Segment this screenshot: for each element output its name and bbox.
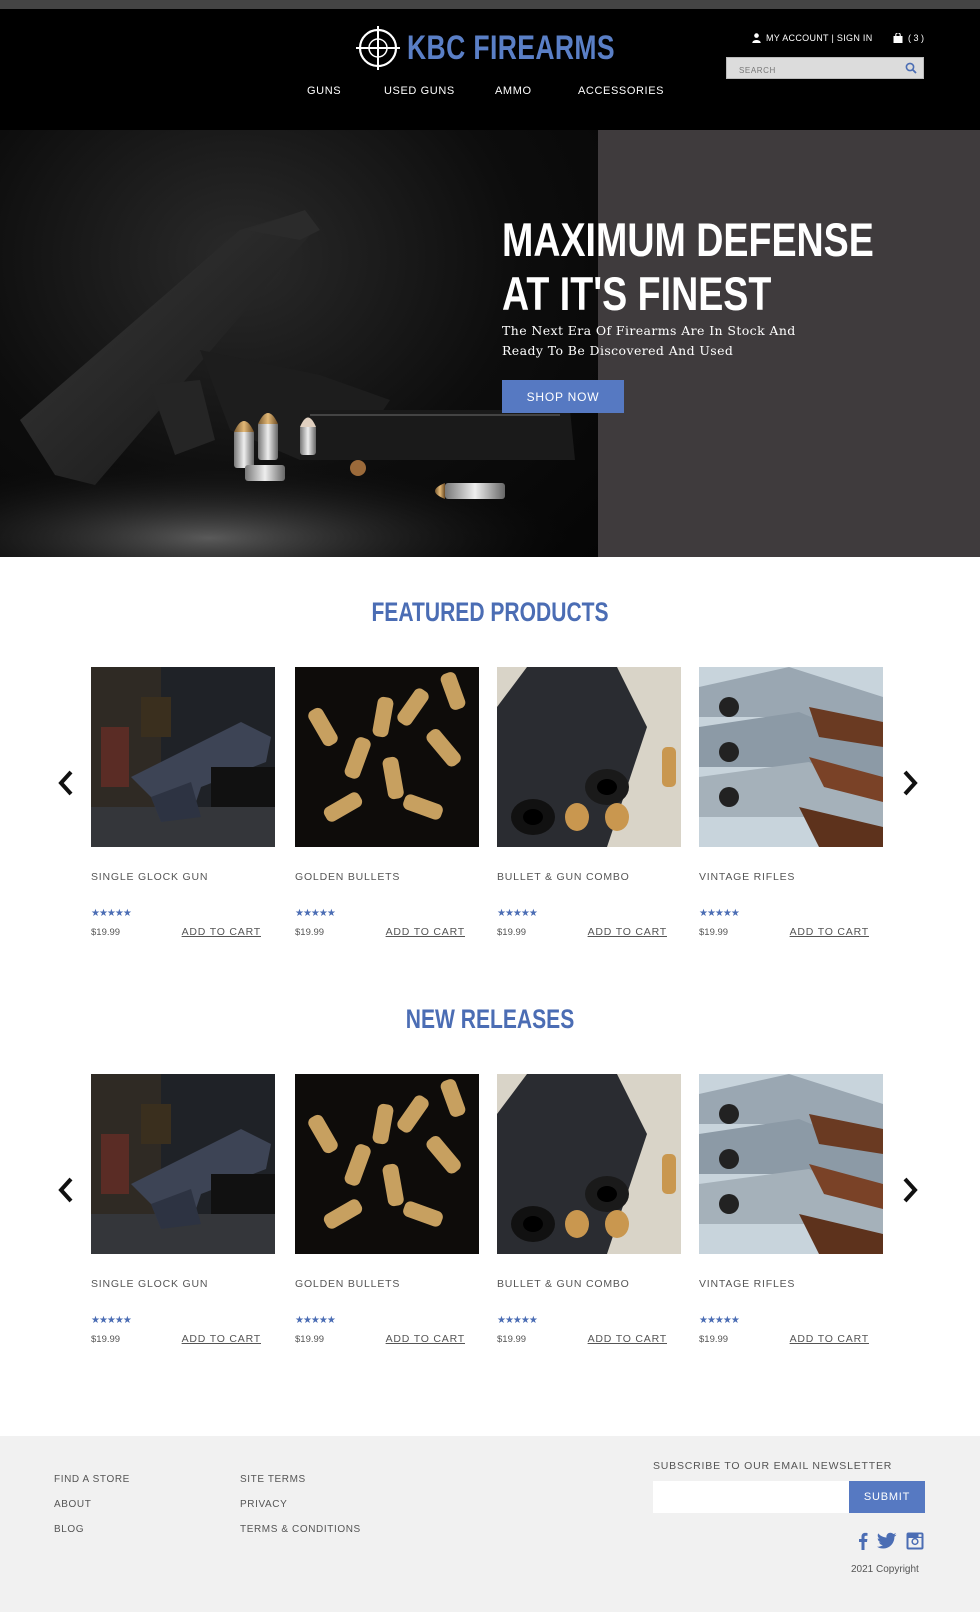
add-to-cart-link[interactable]: ADD TO CART (588, 1333, 667, 1345)
footer-link-privacy[interactable]: PRIVACY (240, 1499, 287, 1510)
product-card[interactable]: GOLDEN BULLETS ★★★★★ $19.99 ADD TO CART (295, 667, 479, 947)
footer-link-site-terms[interactable]: SITE TERMS (240, 1474, 306, 1485)
product-image-rifles[interactable] (699, 667, 883, 847)
add-to-cart-link[interactable]: ADD TO CART (182, 1333, 261, 1345)
hero-subtitle: The Next Era Of Firearms Are In Stock An… (502, 323, 796, 358)
product-price: $19.99 (497, 927, 527, 938)
facebook-icon[interactable] (858, 1532, 868, 1550)
product-card[interactable]: GOLDEN BULLETS ★★★★★ $19.99 ADD TO CART (295, 1074, 479, 1354)
search-input[interactable] (727, 60, 897, 81)
product-card[interactable]: SINGLE GLOCK GUN ★★★★★ $19.99 ADD TO CAR… (91, 667, 275, 947)
carousel-prev-icon[interactable] (56, 1175, 78, 1205)
footer-link-find-a-store[interactable]: FIND A STORE (54, 1474, 130, 1485)
hero-title-line-2: AT IT'S FINEST (502, 267, 772, 320)
carousel-next-icon[interactable] (898, 1175, 920, 1205)
nav-item-accessories[interactable]: ACCESSORIES (578, 85, 664, 97)
nav-item-guns[interactable]: GUNS (307, 85, 341, 97)
main-nav: GUNS USED GUNS AMMO ACCESSORIES (0, 85, 980, 105)
copyright-text: 2021 Copyright (851, 1564, 919, 1575)
product-name: SINGLE GLOCK GUN (91, 1278, 209, 1290)
site-header: KBC FIREARMS GUNS USED GUNS AMMO ACCESSO… (0, 9, 980, 130)
star-rating-icon: ★★★★★ (497, 1315, 538, 1326)
product-image-glock[interactable] (91, 1074, 275, 1254)
footer-link-terms-conditions[interactable]: TERMS & CONDITIONS (240, 1524, 361, 1535)
logo[interactable]: KBC FIREARMS (355, 25, 674, 71)
product-name: GOLDEN BULLETS (295, 871, 401, 883)
nav-item-used-guns[interactable]: USED GUNS (384, 85, 455, 97)
product-name: BULLET & GUN COMBO (497, 1278, 630, 1290)
star-rating-icon: ★★★★★ (91, 1315, 132, 1326)
add-to-cart-link[interactable]: ADD TO CART (790, 926, 869, 938)
shop-now-button[interactable]: SHOP NOW (502, 380, 624, 413)
star-rating-icon: ★★★★★ (699, 908, 740, 919)
product-image-combo[interactable] (497, 1074, 681, 1254)
top-strip (0, 0, 980, 9)
star-rating-icon: ★★★★★ (295, 908, 336, 919)
product-card[interactable]: BULLET & GUN COMBO ★★★★★ $19.99 ADD TO C… (497, 667, 681, 947)
newsletter-email-field[interactable] (653, 1481, 849, 1513)
product-price: $19.99 (699, 1334, 729, 1345)
newsletter-submit-button[interactable]: SUBMIT (849, 1481, 925, 1513)
add-to-cart-link[interactable]: ADD TO CART (386, 1333, 465, 1345)
cart-count: ( 3 ) (908, 33, 925, 43)
nav-item-ammo[interactable]: AMMO (495, 85, 532, 97)
carousel-next-icon[interactable] (898, 768, 920, 798)
user-icon (752, 33, 761, 43)
add-to-cart-link[interactable]: ADD TO CART (182, 926, 261, 938)
add-to-cart-link[interactable]: ADD TO CART (790, 1333, 869, 1345)
product-price: $19.99 (295, 927, 325, 938)
product-image-bullets[interactable] (295, 1074, 479, 1254)
hero-title-line-1: MAXIMUM DEFENSE (502, 213, 874, 266)
product-price: $19.99 (295, 1334, 325, 1345)
featured-products-title: FEATURED PRODUCTS (371, 597, 609, 627)
hero-banner: MAXIMUM DEFENSE AT IT'S FINEST The Next … (0, 130, 980, 557)
product-name: VINTAGE RIFLES (699, 1278, 796, 1290)
product-image-bullets[interactable] (295, 667, 479, 847)
crosshair-icon (356, 26, 400, 70)
product-card[interactable]: VINTAGE RIFLES ★★★★★ $19.99 ADD TO CART (699, 1074, 883, 1354)
footer-link-blog[interactable]: BLOG (54, 1524, 84, 1535)
product-price: $19.99 (91, 1334, 121, 1345)
twitter-icon[interactable] (877, 1532, 897, 1550)
star-rating-icon: ★★★★★ (497, 908, 538, 919)
product-image-glock[interactable] (91, 667, 275, 847)
carousel-prev-icon[interactable] (56, 768, 78, 798)
product-price: $19.99 (699, 927, 729, 938)
product-price: $19.99 (497, 1334, 527, 1345)
brand-name: KBC FIREARMS (407, 28, 616, 67)
hero-title: MAXIMUM DEFENSE AT IT'S FINEST (502, 213, 874, 321)
account-link[interactable]: MY ACCOUNT | SIGN IN (752, 33, 873, 43)
star-rating-icon: ★★★★★ (91, 908, 132, 919)
star-rating-icon: ★★★★★ (295, 1315, 336, 1326)
product-name: SINGLE GLOCK GUN (91, 871, 209, 883)
instagram-icon[interactable] (906, 1532, 924, 1550)
search-icon[interactable] (905, 62, 917, 74)
product-name: VINTAGE RIFLES (699, 871, 796, 883)
new-releases-title: NEW RELEASES (405, 1004, 575, 1034)
product-name: GOLDEN BULLETS (295, 1278, 401, 1290)
star-rating-icon: ★★★★★ (699, 1315, 740, 1326)
cart-link[interactable]: ( 3 ) (893, 33, 924, 43)
shopping-bag-icon (893, 33, 903, 43)
product-image-rifles[interactable] (699, 1074, 883, 1254)
add-to-cart-link[interactable]: ADD TO CART (386, 926, 465, 938)
account-label: MY ACCOUNT | SIGN IN (766, 33, 873, 43)
product-name: BULLET & GUN COMBO (497, 871, 630, 883)
add-to-cart-link[interactable]: ADD TO CART (588, 926, 667, 938)
footer-link-about[interactable]: ABOUT (54, 1499, 91, 1510)
site-footer: FIND A STORE ABOUT BLOG SITE TERMS PRIVA… (0, 1436, 980, 1612)
product-card[interactable]: VINTAGE RIFLES ★★★★★ $19.99 ADD TO CART (699, 667, 883, 947)
product-image-combo[interactable] (497, 667, 681, 847)
product-price: $19.99 (91, 927, 121, 938)
product-card[interactable]: SINGLE GLOCK GUN ★★★★★ $19.99 ADD TO CAR… (91, 1074, 275, 1354)
newsletter-label: SUBSCRIBE TO OUR EMAIL NEWSLETTER (653, 1460, 893, 1472)
product-card[interactable]: BULLET & GUN COMBO ★★★★★ $19.99 ADD TO C… (497, 1074, 681, 1354)
search-box (726, 57, 924, 81)
